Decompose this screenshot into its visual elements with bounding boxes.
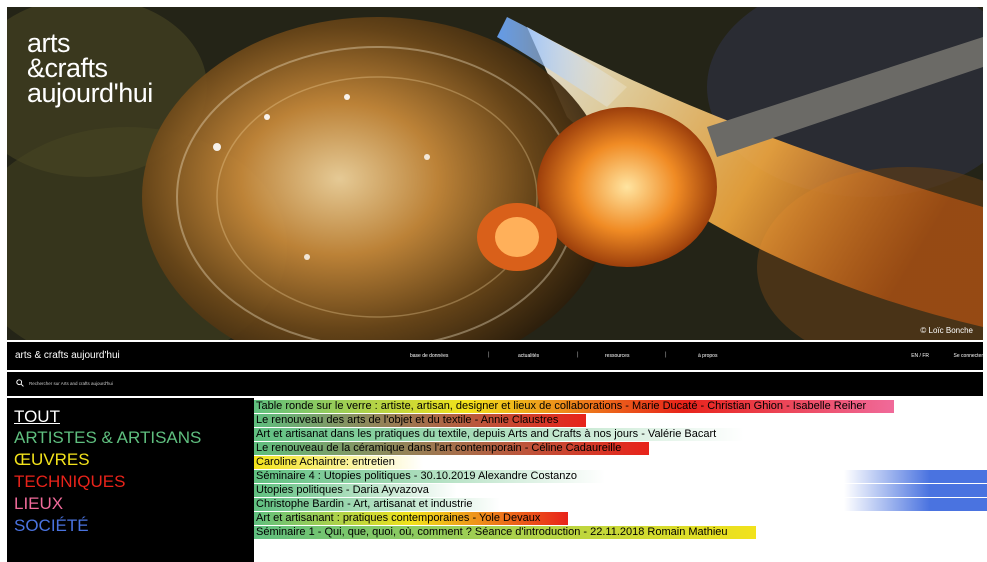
- list-item[interactable]: Art et artisanat dans les pratiques du t…: [254, 427, 987, 441]
- list-item-title[interactable]: Art et artisanat dans les pratiques du t…: [256, 428, 716, 441]
- list-item-title[interactable]: Table ronde sur le verre : artiste, arti…: [256, 400, 866, 413]
- menu-item-all[interactable]: TOUT: [14, 408, 60, 426]
- list-item-title[interactable]: Le renouveau de la céramique dans l'art …: [256, 442, 621, 455]
- language-switch[interactable]: EN / FR: [911, 353, 929, 359]
- list-item[interactable]: Art et artisanant : pratiques contempora…: [254, 511, 987, 525]
- row-accent: [844, 484, 987, 497]
- list-item[interactable]: Caroline Achaintre: entretien: [254, 455, 987, 469]
- row-accent: [844, 498, 987, 511]
- photo-credit: © Loïc Bonche: [920, 326, 973, 335]
- site-logo[interactable]: arts &crafts aujourd'hui: [27, 30, 153, 108]
- list-item[interactable]: Le renouveau des arts de l'objet et du t…: [254, 413, 987, 427]
- site-title-link[interactable]: arts & crafts aujourd'hui: [15, 350, 120, 361]
- list-item[interactable]: Séminaire 1 - Qui, que, quoi, où, commen…: [254, 525, 987, 539]
- nav-database[interactable]: base de données: [410, 353, 448, 359]
- list-item[interactable]: Utopies politiques - Daria Ayvazova: [254, 483, 987, 497]
- list-item-title[interactable]: Le renouveau des arts de l'objet et du t…: [256, 414, 558, 427]
- nav-about[interactable]: à propos: [698, 353, 717, 359]
- nav-separator: |: [665, 352, 667, 358]
- menu-item-artists[interactable]: ARTISTES & ARTISANS: [14, 429, 201, 447]
- list-item[interactable]: Séminaire 4 : Utopies politiques - 30.10…: [254, 469, 987, 483]
- list-item-title[interactable]: Utopies politiques - Daria Ayvazova: [256, 484, 429, 497]
- menu-item-places[interactable]: LIEUX: [14, 495, 63, 513]
- menu-item-society[interactable]: SOCIÉTÉ: [14, 517, 89, 535]
- list-item-title[interactable]: Christophe Bardin - Art, artisanat et in…: [256, 498, 472, 511]
- hero-image: arts &crafts aujourd'hui © Loïc Bonche: [7, 7, 983, 340]
- nav-resources[interactable]: ressources: [605, 353, 629, 359]
- row-accent: [844, 470, 987, 483]
- list-item-title[interactable]: Séminaire 4 : Utopies politiques - 30.10…: [256, 470, 577, 483]
- list-item-title[interactable]: Caroline Achaintre: entretien: [256, 456, 395, 469]
- list-item[interactable]: Le renouveau de la céramique dans l'art …: [254, 441, 987, 455]
- search-icon[interactable]: [16, 379, 24, 387]
- search-input[interactable]: Rechercher sur Arts and crafts aujourd'h…: [29, 381, 113, 386]
- search-bar[interactable]: Rechercher sur Arts and crafts aujourd'h…: [7, 372, 983, 396]
- nav-separator: |: [488, 352, 490, 358]
- list-item[interactable]: Table ronde sur le verre : artiste, arti…: [254, 399, 987, 413]
- list-item[interactable]: Christophe Bardin - Art, artisanat et in…: [254, 497, 987, 511]
- login-link[interactable]: Se connecter: [954, 353, 983, 359]
- menu-item-techniques[interactable]: TECHNIQUES: [14, 473, 125, 491]
- category-menu: TOUT ARTISTES & ARTISANS ŒUVRES TECHNIQU…: [7, 398, 254, 562]
- list-item-title[interactable]: Art et artisanant : pratiques contempora…: [256, 512, 540, 525]
- logo-line: aujourd'hui: [27, 78, 153, 108]
- glass-photo: [7, 7, 983, 340]
- list-item-title[interactable]: Séminaire 1 - Qui, que, quoi, où, commen…: [256, 526, 728, 539]
- article-list: Table ronde sur le verre : artiste, arti…: [254, 399, 987, 539]
- nav-news[interactable]: actualités: [518, 353, 539, 359]
- nav-separator: |: [577, 352, 579, 358]
- menu-item-works[interactable]: ŒUVRES: [14, 451, 90, 469]
- top-navigation-bar: arts & crafts aujourd'hui base de donnée…: [7, 342, 983, 370]
